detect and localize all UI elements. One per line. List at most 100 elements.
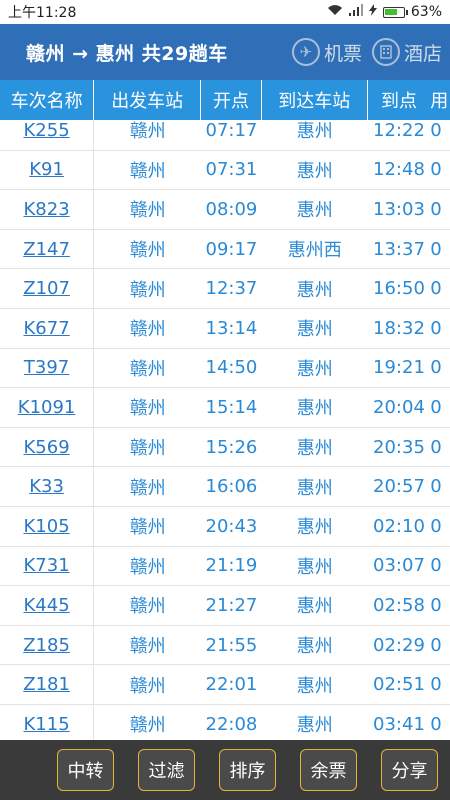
remaining-tickets-button[interactable]: 余票 <box>300 749 357 791</box>
train-number-link-cell[interactable]: K255 <box>0 120 95 150</box>
arrival-time-cell: 02:10 <box>368 507 430 546</box>
departure-time-cell: 13:14 <box>201 309 261 348</box>
departure-station-cell: 赣州 <box>94 230 201 269</box>
train-table[interactable]: K255 赣州 07:17 惠州 12:22 0 K91 赣州 07:31 惠州 12:48 0 K82… <box>0 120 450 740</box>
table-row[interactable]: K731 赣州 21:19 惠州 03:07 0 <box>0 546 450 587</box>
train-number-link[interactable]: K445 <box>24 595 70 616</box>
departure-time-cell: 22:08 <box>201 705 261 740</box>
flight-button[interactable]: ✈ 机票 <box>291 38 362 66</box>
departure-station: 赣州 <box>129 240 166 262</box>
departure-station-cell: 赣州 <box>94 507 201 546</box>
hotel-button[interactable]: 酒店 <box>371 38 442 66</box>
table-row[interactable]: Z181 赣州 22:01 惠州 02:51 0 <box>0 665 450 705</box>
train-number-link[interactable]: K91 <box>29 159 64 180</box>
train-number-link[interactable]: K731 <box>24 555 70 576</box>
table-row[interactable]: K255 赣州 07:17 惠州 12:22 0 <box>0 120 450 151</box>
table-row[interactable]: K823 赣州 08:09 惠州 13:03 0 <box>0 190 450 230</box>
train-number-link-cell[interactable]: Z107 <box>0 269 95 308</box>
arrival-station-cell: 惠州 <box>262 428 368 467</box>
departure-station-cell: 赣州 <box>94 388 201 427</box>
departure-time-cell: 20:43 <box>201 507 261 546</box>
departure-station-cell: 赣州 <box>94 705 201 740</box>
train-number-link-cell[interactable]: K1091 <box>0 388 95 427</box>
departure-station-cell: 赣州 <box>94 120 201 150</box>
sort-button[interactable]: 排序 <box>219 749 276 791</box>
arrival-time: 19:21 <box>373 357 425 379</box>
table-row[interactable]: Z147 赣州 09:17 惠州西 13:37 0 <box>0 229 450 270</box>
column-header-duration[interactable]: 用 <box>430 80 450 120</box>
departure-time-cell: 14:50 <box>201 349 261 388</box>
bottom-toolbar: 中转 过滤 排序 余票 分享 <box>0 740 450 800</box>
train-number-link-cell[interactable]: Z181 <box>0 665 95 704</box>
table-row[interactable]: Z107 赣州 12:37 惠州 16:50 0 <box>0 269 450 309</box>
arrival-time: 12:22 <box>373 120 425 141</box>
departure-time-cell: 07:17 <box>201 120 261 150</box>
train-number-link[interactable]: K823 <box>24 199 70 220</box>
departure-time: 22:08 <box>205 713 258 735</box>
transfer-button[interactable]: 中转 <box>57 749 114 791</box>
train-number-link[interactable]: Z181 <box>23 674 70 695</box>
train-number-link-cell[interactable]: K33 <box>0 467 95 506</box>
table-row[interactable]: K33 赣州 16:06 惠州 20:57 0 <box>0 467 450 507</box>
arrival-time-cell: 03:07 <box>368 547 430 586</box>
departure-station-cell: 赣州 <box>94 665 201 704</box>
departure-station-cell: 赣州 <box>94 428 201 467</box>
departure-station: 赣州 <box>129 556 166 578</box>
table-row[interactable]: K1091 赣州 15:14 惠州 20:04 0 <box>0 388 450 428</box>
share-button[interactable]: 分享 <box>381 749 438 791</box>
table-row[interactable]: K677 赣州 13:14 惠州 18:32 0 <box>0 308 450 349</box>
column-header-from[interactable]: 出发车站 <box>94 80 202 120</box>
column-header-train[interactable]: 车次名称 <box>0 80 95 120</box>
train-number-link-cell[interactable]: K105 <box>0 506 95 546</box>
arrival-station: 惠州西 <box>287 240 342 262</box>
table-row[interactable]: T397 赣州 14:50 惠州 19:21 0 <box>0 348 450 389</box>
train-number-link[interactable]: K569 <box>24 437 70 458</box>
train-number-link-cell[interactable]: K115 <box>0 704 95 740</box>
train-number-link[interactable]: K677 <box>24 318 70 339</box>
train-number-link-cell[interactable]: Z147 <box>0 229 95 269</box>
table-row[interactable]: Z185 赣州 21:55 惠州 02:29 0 <box>0 625 450 666</box>
train-number-link-cell[interactable]: K569 <box>0 427 95 467</box>
arrival-time: 20:04 <box>373 396 425 418</box>
train-number-link[interactable]: Z107 <box>23 278 70 299</box>
departure-time: 15:14 <box>205 396 258 418</box>
train-number-link[interactable]: K105 <box>24 516 70 537</box>
filter-button[interactable]: 过滤 <box>138 749 195 791</box>
arrival-time-cell: 20:04 <box>368 388 430 427</box>
duration-cell: 0 <box>430 396 442 418</box>
duration-cell: 0 <box>430 436 442 458</box>
flight-label: 机票 <box>323 42 362 65</box>
table-row[interactable]: K105 赣州 20:43 惠州 02:10 0 <box>0 506 450 547</box>
arrival-time-cell: 20:35 <box>368 428 430 467</box>
train-number-link[interactable]: K33 <box>29 476 64 497</box>
departure-time: 22:01 <box>205 674 258 696</box>
table-row[interactable]: K569 赣州 15:26 惠州 20:35 0 <box>0 427 450 468</box>
train-number-link-cell[interactable]: K677 <box>0 308 95 348</box>
table-row[interactable]: K115 赣州 22:08 惠州 03:41 0 <box>0 704 450 740</box>
train-number-link-cell[interactable]: K731 <box>0 546 95 586</box>
train-number-link-cell[interactable]: T397 <box>0 348 95 388</box>
arrival-station: 惠州 <box>296 200 333 222</box>
train-number-link[interactable]: Z147 <box>23 239 70 260</box>
table-row[interactable]: K91 赣州 07:31 惠州 12:48 0 <box>0 150 450 191</box>
departure-station: 赣州 <box>129 279 166 301</box>
train-number-link[interactable]: Z185 <box>23 635 70 656</box>
train-number-link-cell[interactable]: K823 <box>0 190 95 229</box>
train-number-link[interactable]: K115 <box>24 714 70 735</box>
arrival-time-cell: 02:58 <box>368 586 430 625</box>
train-number-link-cell[interactable]: Z185 <box>0 625 95 665</box>
duration-cell: 0 <box>430 515 442 537</box>
train-number-link-cell[interactable]: K91 <box>0 150 95 190</box>
arrival-time: 16:50 <box>373 278 425 300</box>
train-number-link[interactable]: K255 <box>24 120 70 141</box>
duration-cell-cell: 0 <box>430 507 450 546</box>
column-header-to[interactable]: 到达车站 <box>262 80 368 120</box>
column-header-departure[interactable]: 开点 <box>201 80 262 120</box>
wifi-icon <box>327 4 343 20</box>
train-number-link-cell[interactable]: K445 <box>0 586 95 625</box>
train-number-link[interactable]: K1091 <box>18 397 76 418</box>
table-row[interactable]: K445 赣州 21:27 惠州 02:58 0 <box>0 586 450 626</box>
page-title: 赣州 → 惠州 共29趟车 <box>26 42 228 65</box>
train-number-link[interactable]: T397 <box>24 357 69 378</box>
column-header-arrival[interactable]: 到点 <box>368 80 430 120</box>
